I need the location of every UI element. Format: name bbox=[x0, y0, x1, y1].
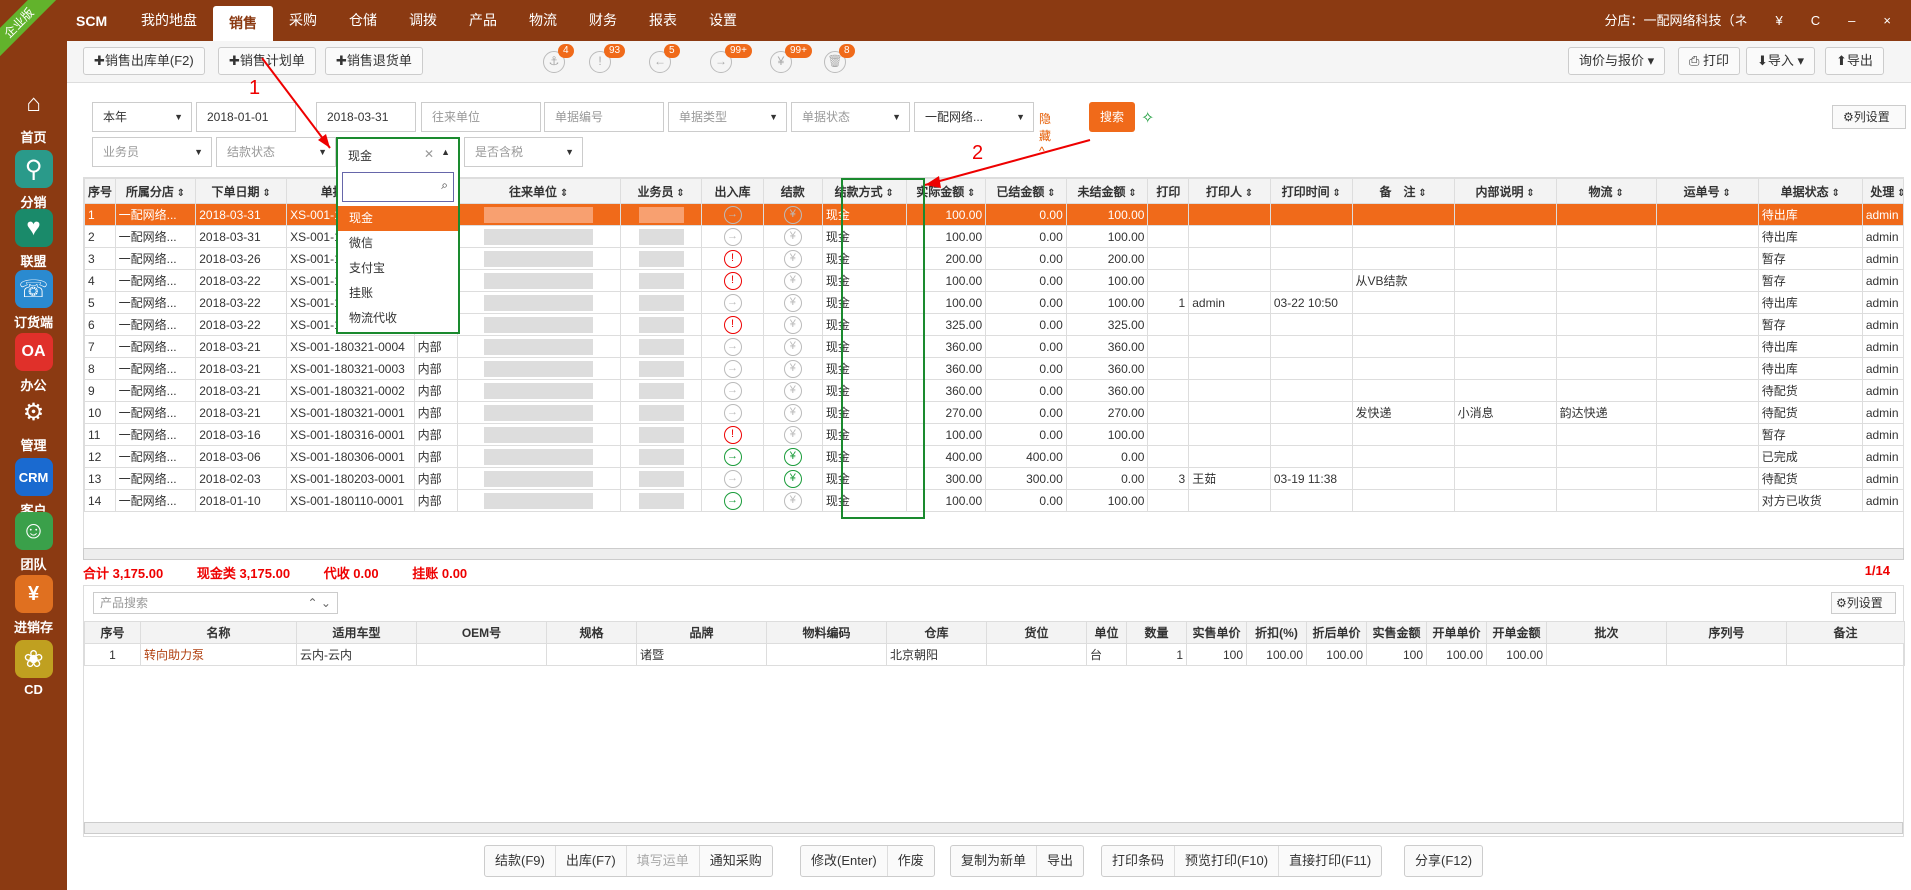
product-search-placeholder: 产品搜索 bbox=[100, 596, 149, 610]
detail-cell-19 bbox=[1786, 643, 1905, 666]
bottom-group-2: 修改(Enter) 作废 bbox=[800, 845, 935, 877]
arrow-line-2 bbox=[924, 139, 1091, 186]
detail-col-header-17[interactable]: 批次 bbox=[1546, 621, 1667, 644]
bottom-group-3: 复制为新单 导出 bbox=[950, 845, 1085, 877]
chevron-up-down-icon[interactable]: ⌃ ⌄ bbox=[308, 593, 331, 613]
detail-column-settings-label: 列设置 bbox=[1846, 596, 1883, 610]
bottom_group1-button-3[interactable]: 通知采购 bbox=[700, 846, 772, 876]
bottom_group5-button-0[interactable]: 分享(F12) bbox=[1405, 846, 1482, 876]
detail-col-header-2[interactable]: 适用车型 bbox=[296, 621, 417, 644]
arrow-line-1 bbox=[261, 57, 331, 149]
bottom_group4-button-2[interactable]: 直接打印(F11) bbox=[1279, 846, 1381, 876]
bottom_group4-button-0[interactable]: 打印条码 bbox=[1102, 846, 1176, 876]
detail-col-header-14[interactable]: 实售金额 bbox=[1366, 621, 1427, 644]
detail-cell-12: 100.00 bbox=[1246, 643, 1307, 666]
page-indicator: 1/14 bbox=[1864, 563, 1890, 578]
arrow-head-2 bbox=[925, 176, 941, 188]
detail-col-header-13[interactable]: 折后单价 bbox=[1306, 621, 1367, 644]
detail-cell-2: 云内-云内 bbox=[296, 643, 417, 666]
detail-col-header-7[interactable]: 仓库 bbox=[886, 621, 987, 644]
detail-cell-9: 台 bbox=[1086, 643, 1127, 666]
detail-col-header-19[interactable]: 备注 bbox=[1786, 621, 1905, 644]
bottom_group2-button-1[interactable]: 作废 bbox=[888, 846, 934, 876]
annotation-label-2: 2 bbox=[972, 142, 984, 164]
gear-icon: ⚙ bbox=[1836, 596, 1847, 610]
detail-cell-7: 北京朝阳 bbox=[886, 643, 987, 666]
bottom_group2-button-0[interactable]: 修改(Enter) bbox=[801, 846, 888, 876]
detail-cell-15: 100.00 bbox=[1426, 643, 1487, 666]
detail-col-header-9[interactable]: 单位 bbox=[1086, 621, 1127, 644]
detail-col-header-4[interactable]: 规格 bbox=[546, 621, 637, 644]
detail-cell-11: 100 bbox=[1186, 643, 1247, 666]
bottom-group-4: 打印条码 预览打印(F10) 直接打印(F11) bbox=[1101, 845, 1383, 877]
detail-panel: 产品搜索 ⌃ ⌄ ⚙列设置 序号 名称 适用车型 OEM号 规格 品牌 物料编码 仓库 货位 单位数… bbox=[83, 585, 1905, 837]
detail-cell-18 bbox=[1666, 643, 1787, 666]
detail-col-header-16[interactable]: 开单金额 bbox=[1486, 621, 1547, 644]
detail-cell-3 bbox=[416, 643, 547, 666]
bottom_group4-button-1[interactable]: 预览打印(F10) bbox=[1175, 846, 1280, 876]
detail-cell-1: 转向助力泵 bbox=[140, 643, 297, 666]
bottom_group1-button-0[interactable]: 结款(F9) bbox=[485, 846, 556, 876]
total-sum: 合计 3,175.00 bbox=[83, 566, 164, 581]
detail-col-header-8[interactable]: 货位 bbox=[986, 621, 1087, 644]
bottom_group3-button-1[interactable]: 导出 bbox=[1037, 846, 1083, 876]
detail-col-header-10[interactable]: 数量 bbox=[1126, 621, 1187, 644]
bottom_group3-button-0[interactable]: 复制为新单 bbox=[951, 846, 1038, 876]
bottom_group1-button-2[interactable]: 填写运单 bbox=[627, 846, 700, 876]
detail-cell-14: 100 bbox=[1366, 643, 1427, 666]
cash-sum: 现金类 3,175.00 bbox=[196, 566, 291, 581]
bottom-group-5: 分享(F12) bbox=[1404, 845, 1484, 877]
detail-col-header-11[interactable]: 实售单价 bbox=[1186, 621, 1247, 644]
detail-col-header-0[interactable]: 序号 bbox=[84, 621, 141, 644]
detail-cell-17 bbox=[1546, 643, 1667, 666]
detail-table: 序号 名称 适用车型 OEM号 规格 品牌 物料编码 仓库 货位 单位 数量 实售单价 折扣(%) 折后单… bbox=[84, 621, 1905, 666]
detail-horizontal-scrollbar[interactable] bbox=[84, 822, 1903, 834]
detail-col-header-1[interactable]: 名称 bbox=[140, 621, 297, 644]
detail-cell-6 bbox=[766, 643, 887, 666]
detail-cell-13: 100.00 bbox=[1306, 643, 1367, 666]
detail-cell-10: 1 bbox=[1126, 643, 1187, 666]
detail-cell-8 bbox=[986, 643, 1087, 666]
bottom_group1-button-1[interactable]: 出库(F7) bbox=[556, 846, 627, 876]
detail-cell-4 bbox=[546, 643, 637, 666]
detail-col-header-15[interactable]: 开单单价 bbox=[1426, 621, 1487, 644]
detail-cell-0: 1 bbox=[84, 643, 141, 666]
detail-cell-16: 100.00 bbox=[1486, 643, 1547, 666]
summary-bar: 合计 3,175.00 现金类 3,175.00 代收 0.00 挂账 0.00… bbox=[83, 563, 1904, 582]
detail-col-header-3[interactable]: OEM号 bbox=[416, 621, 547, 644]
detail-column-settings-button[interactable]: ⚙列设置 bbox=[1831, 592, 1896, 614]
detail-col-header-5[interactable]: 品牌 bbox=[636, 621, 767, 644]
detail-col-header-6[interactable]: 物料编码 bbox=[766, 621, 887, 644]
detail-col-header-12[interactable]: 折扣(%) bbox=[1246, 621, 1307, 644]
credit-sum: 挂账 0.00 bbox=[412, 566, 468, 581]
detail-cell-5: 诸暨 bbox=[636, 643, 767, 666]
product-search-input[interactable]: 产品搜索 ⌃ ⌄ bbox=[93, 592, 338, 614]
detail-col-header-18[interactable]: 序列号 bbox=[1666, 621, 1787, 644]
bottom-group-1: 结款(F9) 出库(F7) 填写运单 通知采购 bbox=[484, 845, 773, 877]
cod-sum: 代收 0.00 bbox=[323, 566, 379, 581]
